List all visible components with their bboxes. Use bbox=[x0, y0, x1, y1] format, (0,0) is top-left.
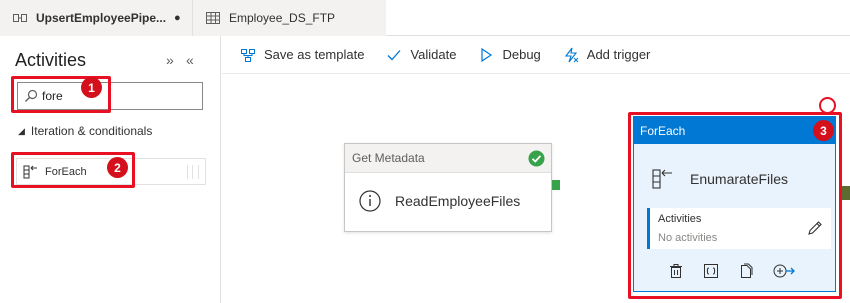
inner-activities-box[interactable]: Activities No activities bbox=[647, 208, 831, 249]
activity-name: EnumarateFiles bbox=[690, 171, 789, 187]
debug-button[interactable]: Debug bbox=[478, 47, 541, 63]
code-icon[interactable] bbox=[703, 263, 719, 279]
output-port[interactable] bbox=[840, 186, 850, 200]
node-toolbar bbox=[668, 263, 814, 279]
minimize-panel-icon[interactable]: « bbox=[186, 52, 194, 68]
info-icon bbox=[359, 190, 381, 212]
save-as-template-label: Save as template bbox=[264, 47, 365, 62]
callout-badge-1: 1 bbox=[81, 77, 102, 98]
template-icon bbox=[241, 48, 255, 62]
expand-triangle-icon: ◢ bbox=[18, 125, 25, 136]
validate-button[interactable]: Validate bbox=[386, 47, 456, 63]
delete-icon[interactable] bbox=[668, 263, 684, 279]
search-input[interactable] bbox=[42, 87, 192, 105]
panel-title: Activities bbox=[15, 50, 87, 70]
rotate-handle-icon[interactable] bbox=[819, 97, 836, 114]
activity-name: ReadEmployeeFiles bbox=[395, 193, 521, 209]
foreach-icon bbox=[652, 169, 672, 189]
table-icon bbox=[205, 10, 221, 26]
lightning-icon bbox=[564, 47, 579, 62]
activity-type-header: ForEach bbox=[634, 117, 835, 144]
callout-badge-2: 2 bbox=[107, 157, 128, 178]
add-trigger-label: Add trigger bbox=[586, 47, 651, 62]
edit-pencil-icon[interactable] bbox=[807, 220, 823, 236]
add-output-icon[interactable] bbox=[773, 263, 795, 279]
callout-badge-3: 3 bbox=[813, 120, 834, 141]
unsaved-indicator: ● bbox=[174, 12, 181, 24]
success-check-icon bbox=[528, 150, 545, 167]
collapse-all-icon[interactable]: » bbox=[166, 52, 174, 68]
drag-handle-icon[interactable] bbox=[187, 165, 199, 179]
tab-dataset[interactable]: Employee_DS_FTP bbox=[192, 0, 386, 36]
activity-search-box[interactable] bbox=[17, 82, 203, 110]
checkmark-icon bbox=[387, 49, 401, 60]
pipeline-icon bbox=[12, 10, 28, 26]
group-label: Iteration & conditionals bbox=[30, 124, 153, 138]
inner-activities-value: No activities bbox=[658, 232, 718, 244]
validate-label: Validate bbox=[410, 47, 457, 62]
foreach-icon bbox=[23, 165, 37, 178]
tab-label: UpsertEmployeePipe... bbox=[36, 11, 167, 25]
copy-icon[interactable] bbox=[738, 263, 754, 279]
search-icon bbox=[25, 89, 38, 102]
play-icon bbox=[481, 47, 493, 62]
tab-bar: UpsertEmployeePipe... ● Employee_DS_FTP bbox=[0, 0, 850, 36]
activity-node-get-metadata[interactable]: Get Metadata ReadEmployeeFiles bbox=[344, 143, 552, 232]
pipeline-toolbar: Save as template Validate Debug Add trig… bbox=[222, 36, 850, 74]
success-output-port[interactable] bbox=[552, 180, 560, 190]
activity-body: EnumarateFiles bbox=[652, 169, 788, 189]
add-trigger-button[interactable]: Add trigger bbox=[563, 47, 651, 63]
group-iteration-conditionals[interactable]: ◢ Iteration & conditionals bbox=[18, 124, 152, 138]
inner-activities-label: Activities bbox=[658, 213, 702, 225]
debug-label: Debug bbox=[502, 47, 541, 62]
activity-body: ReadEmployeeFiles bbox=[359, 190, 520, 212]
activity-type-header: Get Metadata bbox=[345, 144, 551, 173]
tab-label: Employee_DS_FTP bbox=[229, 11, 336, 25]
activity-label: ForEach bbox=[45, 165, 87, 178]
save-as-template-button[interactable]: Save as template bbox=[240, 47, 364, 63]
activity-node-foreach[interactable]: ForEach EnumarateFiles Activities No act… bbox=[633, 116, 836, 292]
tab-pipeline[interactable]: UpsertEmployeePipe... ● bbox=[0, 0, 192, 36]
